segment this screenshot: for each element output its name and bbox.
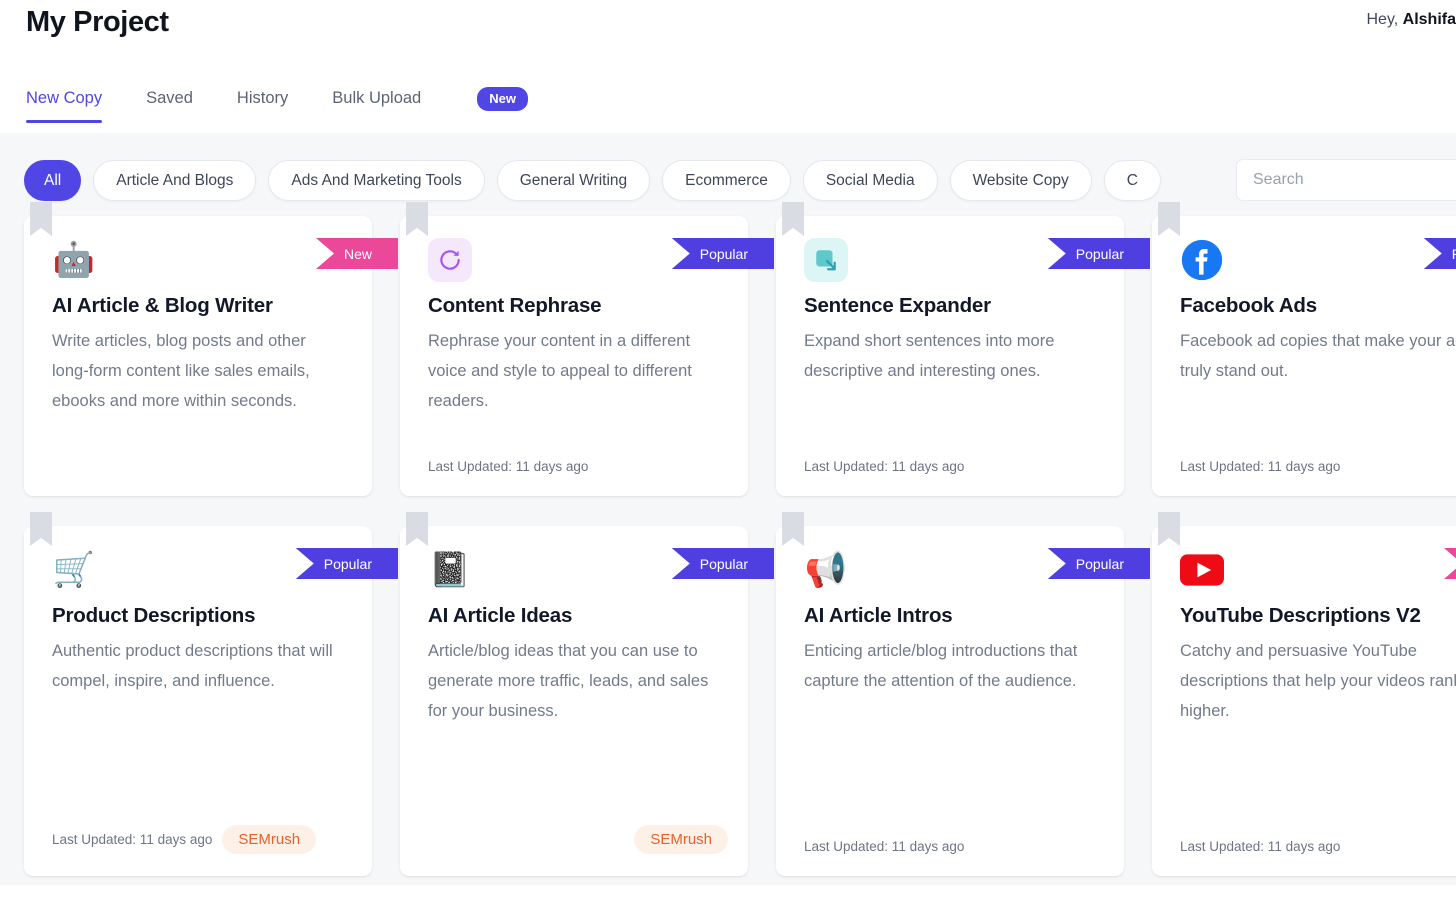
card-title: AI Article Ideas [428,604,573,627]
status-badge: Popular [671,548,774,579]
page-title: My Project [26,6,169,38]
status-badge: Popular [1047,238,1150,269]
status-badge: New [1443,548,1456,579]
card-row-1: New 🤖 AI Article & Blog Writer Write articl… [0,202,1456,526]
megaphone-icon: 📢 [804,551,848,589]
filter-chip-all[interactable]: All [24,160,82,201]
refresh-rotate-icon [428,238,472,282]
template-card[interactable]: Popular Facebook Ads Facebook ad copies th… [1152,202,1456,496]
last-updated-text: Last Updated: 11 days ago [804,459,965,474]
template-card[interactable]: New 🤖 AI Article & Blog Writer Write articl… [24,202,398,496]
card-title: YouTube Descriptions V2 [1180,604,1421,627]
bookmark-icon[interactable] [30,202,52,236]
bookmark-icon[interactable] [1158,202,1180,236]
filter-chip-article-and-blogs[interactable]: Article And Blogs [93,160,257,201]
card-description: Write articles, blog posts and other lon… [52,332,310,410]
shopping-cart-icon: 🛒 [52,551,96,589]
filter-chip-general-writing[interactable]: General Writing [496,160,651,201]
bookmark-icon[interactable] [782,202,804,236]
template-card[interactable]: Popular Content Rephrase Rephrase your con… [400,202,774,496]
card-description: Catchy and persuasive YouTube descriptio… [1180,642,1456,720]
tab-saved[interactable]: Saved [146,76,193,123]
card-title: Product Descriptions [52,604,256,627]
card-description: Authentic product descriptions that will… [52,642,333,690]
status-badge: New [315,238,398,269]
last-updated-text: Last Updated: 11 days ago [52,832,213,847]
template-card[interactable]: Popular 🛒 Product Descriptions Authentic pr… [24,512,398,876]
card-description: Expand short sentences into more descrip… [804,332,1055,380]
bookmark-icon[interactable] [782,512,804,546]
footer-strip [0,885,1456,903]
tab-history[interactable]: History [237,76,288,123]
card-title: AI Article Intros [804,604,953,627]
bookmark-icon[interactable] [1158,512,1180,546]
filter-chip-c[interactable]: C [1103,160,1161,201]
template-card[interactable]: Popular Sentence Expander Expand short sen… [776,202,1150,496]
card-title: Content Rephrase [428,294,602,317]
filter-chip-ecommerce[interactable]: Ecommerce [662,160,791,201]
card-row-2: Popular 🛒 Product Descriptions Authentic pr… [0,512,1456,876]
search-input[interactable] [1236,159,1456,201]
last-updated-text: Last Updated: 11 days ago [428,459,589,474]
template-card[interactable]: New YouTube Descriptions V2 Catchy and per… [1152,512,1456,876]
bookmark-icon[interactable] [406,202,428,236]
expand-arrow-icon [804,238,848,282]
last-updated-text: Last Updated: 11 days ago [804,839,965,854]
card-title: AI Article & Blog Writer [52,294,273,317]
ai-robot-icon: 🤖 [52,241,96,279]
card-description: Facebook ad copies that make your ads tr… [1180,332,1456,380]
card-footer: Last Updated: 11 days ago [428,459,728,474]
tab-new-copy[interactable]: New Copy [26,76,103,123]
tab-bulk-upload[interactable]: Bulk Upload [332,76,421,123]
user-greeting: Hey, Alshifa [1367,11,1456,29]
card-footer: Last Updated: 11 days ago [804,459,1104,474]
semrush-tag: SEMrush [634,825,728,854]
card-description: Rephrase your content in a different voi… [428,332,692,410]
card-footer: Last Updated: 11 days ago [1180,459,1456,474]
greeting-prefix: Hey, [1366,11,1403,28]
bookmark-icon[interactable] [406,512,428,546]
filter-chip-social-media[interactable]: Social Media [802,160,938,201]
card-description: Article/blog ideas that you can use to g… [428,642,709,720]
bookmark-icon[interactable] [30,512,52,546]
card-title: Sentence Expander [804,294,991,317]
card-footer: Last Updated: 11 days ago [804,839,1104,854]
card-description: Enticing article/blog introductions that… [804,642,1078,690]
filter-chip-ads-and-marketing-tools[interactable]: Ads And Marketing Tools [268,160,485,201]
semrush-tag: SEMrush [222,825,317,854]
youtube-icon [1180,548,1224,592]
card-footer: Last Updated: 11 days ago [1180,839,1456,854]
status-badge: Popular [1423,238,1456,269]
facebook-icon [1180,238,1224,282]
card-footer: SEMrush [428,825,728,854]
status-badge: Popular [1047,548,1150,579]
tab-bar: New Copy Saved History Bulk Upload New [0,76,1456,133]
filter-chip-website-copy[interactable]: Website Copy [949,160,1092,201]
greeting-username: Alshifa [1402,11,1456,28]
top-header: My Project Hey, Alshifa [0,0,1456,76]
template-card[interactable]: Popular 📓 AI Article Ideas Article/blog ide… [400,512,774,876]
status-badge: Popular [295,548,398,579]
template-card[interactable]: Popular 📢 AI Article Intros Enticing articl… [776,512,1150,876]
last-updated-text: Last Updated: 11 days ago [1180,459,1341,474]
app-page: My Project Hey, Alshifa New Copy Saved His… [0,0,1456,903]
category-chip-list: All Article And Blogs Ads And Marketing To… [24,160,1161,201]
card-footer: Last Updated: 11 days ago SEMrush [52,825,352,854]
tab-badge-new: New [477,86,528,111]
card-title: Facebook Ads [1180,294,1317,317]
notebook-idea-icon: 📓 [428,551,472,589]
status-badge: Popular [671,238,774,269]
template-card-grid: New 🤖 AI Article & Blog Writer Write articl… [0,202,1456,876]
last-updated-text: Last Updated: 11 days ago [1180,839,1341,854]
